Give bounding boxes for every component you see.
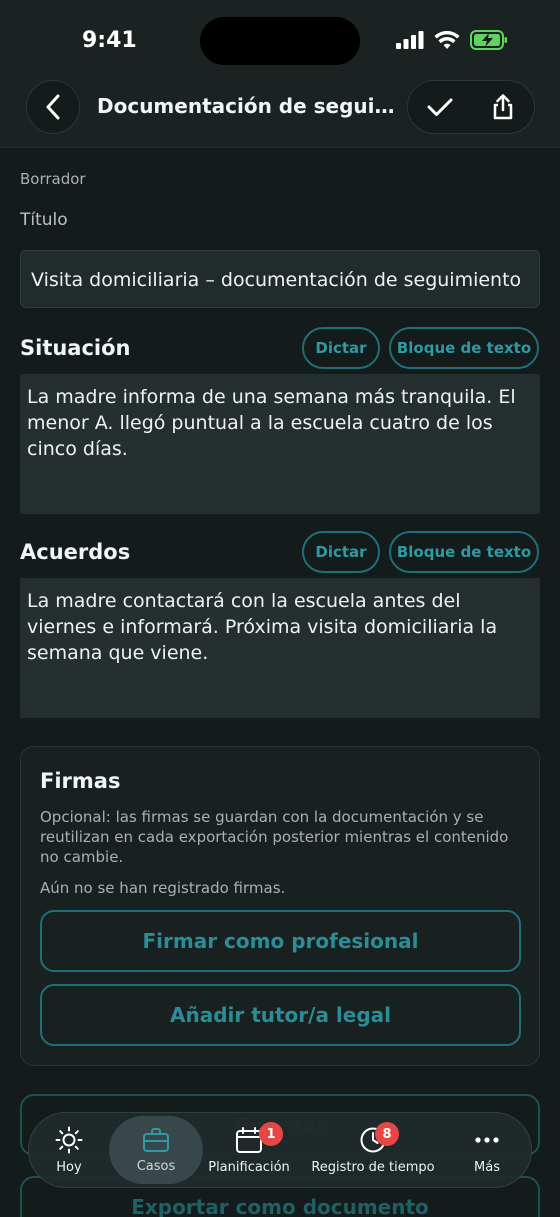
battery-charging-icon bbox=[470, 30, 507, 50]
wifi-icon bbox=[434, 30, 460, 49]
page-title: Documentación de seguimi… bbox=[97, 94, 397, 118]
tab-cases-label: Casos bbox=[136, 1158, 176, 1174]
signatures-empty-text: Aún no se han registrado firmas. bbox=[40, 879, 286, 897]
situation-textarea[interactable]: La madre informa de una semana más tranq… bbox=[20, 374, 540, 514]
agreements-title: Acuerdos bbox=[20, 540, 131, 564]
more-dots-icon bbox=[475, 1136, 499, 1143]
agreements-text-block-button[interactable]: Bloque de texto bbox=[389, 531, 539, 573]
title-input[interactable]: Visita domiciliaria – documentación de s… bbox=[20, 250, 540, 308]
tab-bar: Hoy Casos 1 Planificación 8 Registro de … bbox=[28, 1112, 532, 1188]
save-button[interactable] bbox=[408, 81, 471, 133]
tab-today[interactable]: Hoy bbox=[29, 1116, 109, 1184]
agreements-textarea[interactable]: La madre contactará con la escuela antes… bbox=[20, 578, 540, 718]
tab-today-label: Hoy bbox=[56, 1159, 82, 1175]
tab-planning[interactable]: 1 Planificación bbox=[203, 1116, 295, 1184]
signal-icon bbox=[396, 31, 424, 49]
draft-label: Borrador bbox=[20, 170, 86, 188]
signatures-description: Opcional: las firmas se guardan con la d… bbox=[40, 808, 509, 866]
status-bar: 9:41 bbox=[0, 0, 560, 80]
signatures-card: Firmas Opcional: las firmas se guardan c… bbox=[20, 746, 540, 1066]
checkmark-icon bbox=[427, 98, 452, 116]
tab-more[interactable]: Más bbox=[451, 1116, 523, 1184]
add-legal-guardian-button[interactable]: Añadir tutor/a legal bbox=[40, 984, 521, 1046]
agreements-dictate-button[interactable]: Dictar bbox=[302, 531, 380, 573]
status-icons bbox=[396, 30, 508, 50]
time-log-badge: 8 bbox=[375, 1122, 399, 1146]
title-label: Título bbox=[20, 210, 68, 230]
header-actions bbox=[407, 80, 535, 134]
situation-title: Situación bbox=[20, 336, 131, 360]
tab-cases[interactable]: Casos bbox=[109, 1116, 203, 1184]
nav-header: Documentación de seguimi… bbox=[0, 80, 560, 148]
sun-icon bbox=[55, 1126, 83, 1153]
situation-dictate-button[interactable]: Dictar bbox=[302, 327, 380, 369]
situation-text-block-button[interactable]: Bloque de texto bbox=[389, 327, 539, 369]
share-icon bbox=[493, 94, 512, 120]
planning-badge: 1 bbox=[259, 1122, 283, 1146]
back-button[interactable] bbox=[26, 80, 80, 134]
signatures-title: Firmas bbox=[40, 769, 121, 793]
tab-time-log[interactable]: 8 Registro de tiempo bbox=[295, 1116, 451, 1184]
tab-time-log-label: Registro de tiempo bbox=[311, 1159, 435, 1175]
sign-as-professional-button[interactable]: Firmar como profesional bbox=[40, 910, 521, 972]
briefcase-icon bbox=[143, 1127, 169, 1152]
tab-planning-label: Planificación bbox=[208, 1159, 290, 1175]
tab-more-label: Más bbox=[474, 1159, 500, 1175]
chevron-left-icon bbox=[46, 94, 60, 120]
dynamic-island bbox=[200, 17, 360, 65]
share-button[interactable] bbox=[471, 81, 534, 133]
status-time: 9:41 bbox=[82, 28, 137, 53]
